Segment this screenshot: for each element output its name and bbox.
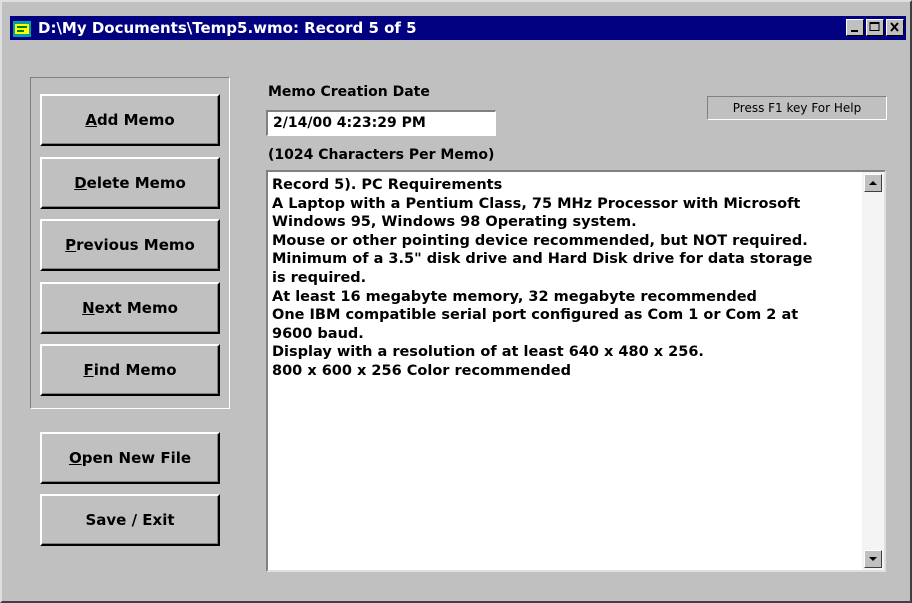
save-exit-button[interactable]: Save / Exit [40, 494, 220, 546]
memo-line: At least 16 megabyte memory, 32 megabyte… [272, 288, 757, 305]
next-memo-accelerator: N [82, 299, 95, 317]
scroll-up-button[interactable] [864, 174, 882, 192]
minimize-icon [851, 30, 858, 32]
memo-line: One IBM compatible serial port configure… [272, 307, 799, 324]
memo-line: Mouse or other pointing device recommend… [272, 232, 808, 249]
find-memo-accelerator: F [83, 361, 94, 379]
scroll-up-arrow-icon [869, 181, 877, 185]
memo-line: A Laptop with a Pentium Class, 75 MHz Pr… [272, 195, 801, 212]
find-memo-button[interactable]: Find Memo [40, 344, 220, 396]
delete-memo-accelerator: D [74, 174, 87, 192]
add-memo-button[interactable]: Add Memo [40, 94, 220, 146]
help-hint-box: Press F1 key For Help [707, 96, 887, 120]
maximize-button[interactable] [866, 19, 884, 36]
next-memo-button[interactable]: Next Memo [40, 282, 220, 334]
open-new-file-button[interactable]: Open New File [40, 432, 220, 484]
delete-memo-button[interactable]: Delete Memo [40, 157, 220, 209]
previous-memo-accelerator: P [65, 236, 77, 254]
memo-line: Display with a resolution of at least 64… [272, 344, 704, 361]
memo-text-area[interactable]: Record 5). PC Requirements A Laptop with… [266, 170, 886, 572]
delete-memo-label: elete Memo [86, 174, 186, 192]
open-new-file-label: pen New File [81, 449, 192, 467]
add-memo-label: dd Memo [96, 111, 175, 129]
close-button[interactable] [886, 19, 904, 36]
memo-line: 9600 baud. [272, 325, 364, 342]
window-title: D:\My Documents\Temp5.wmo: Record 5 of 5 [38, 19, 417, 37]
memo-line: Windows 95, Windows 98 Operating system. [272, 214, 637, 231]
previous-memo-label: revious Memo [76, 236, 195, 254]
maximize-icon [869, 22, 880, 31]
save-exit-label: Save / Exit [85, 511, 175, 529]
memo-line: Record 5). PC Requirements [272, 177, 503, 193]
memo-line: Minimum of a 3.5" disk drive and Hard Di… [272, 251, 813, 268]
scroll-down-arrow-icon [869, 557, 877, 561]
memo-line: 800 x 600 x 256 Color recommended [272, 362, 571, 379]
next-memo-label: ext Memo [94, 299, 178, 317]
vertical-scrollbar[interactable] [862, 172, 884, 570]
find-memo-label: ind Memo [93, 361, 177, 379]
app-window: D:\My Documents\Temp5.wmo: Record 5 of 5… [0, 0, 912, 603]
open-new-file-accelerator: O [68, 449, 82, 467]
creation-date-field[interactable]: 2/14/00 4:23:29 PM [266, 110, 496, 136]
memo-line: is required. [272, 269, 367, 286]
add-memo-accelerator: A [85, 111, 97, 129]
app-icon[interactable] [13, 20, 31, 37]
scroll-down-button[interactable] [864, 550, 882, 568]
memo-limit-label: (1024 Characters Per Memo) [268, 147, 495, 163]
previous-memo-button[interactable]: Previous Memo [40, 219, 220, 271]
close-icon [890, 22, 899, 32]
memo-content: Record 5). PC Requirements A Laptop with… [272, 176, 860, 381]
creation-date-label: Memo Creation Date [268, 84, 430, 100]
minimize-button[interactable] [846, 19, 864, 36]
title-bar[interactable]: D:\My Documents\Temp5.wmo: Record 5 of 5 [10, 16, 906, 40]
